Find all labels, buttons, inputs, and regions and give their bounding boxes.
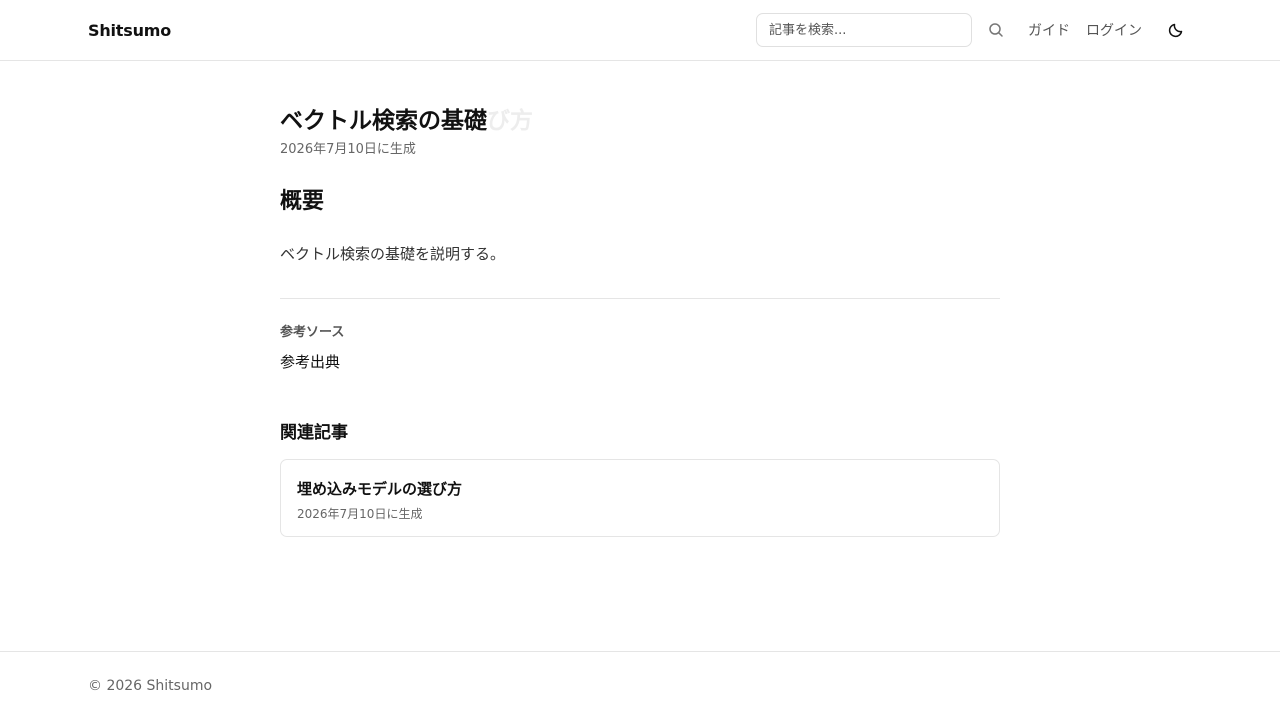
divider bbox=[280, 298, 1000, 299]
article-title: ベクトル検索の基礎 bbox=[280, 108, 487, 134]
article-title-wrap: ベクトル検索の基礎び方 ベクトル検索の基礎 bbox=[280, 101, 1000, 134]
page: Shitsumo ガイド ログイン ベクトル検索の基礎び方 ベクトル検索の基 bbox=[0, 0, 1280, 720]
article-summary: ベクトル検索の基礎を説明する。 bbox=[280, 245, 506, 263]
site-footer: © 2026 Shitsumo bbox=[0, 651, 1280, 720]
nav-link-login[interactable]: ログイン bbox=[1086, 20, 1142, 40]
search-input[interactable] bbox=[756, 13, 972, 47]
theme-toggle-button[interactable] bbox=[1160, 14, 1192, 46]
main-content: ベクトル検索の基礎び方 ベクトル検索の基礎 2026年7月10日に生成 概要 ベ… bbox=[0, 61, 1280, 651]
source-link[interactable]: 参考出典 bbox=[280, 351, 1000, 372]
moon-icon bbox=[1168, 23, 1183, 38]
search-icon bbox=[989, 23, 1003, 37]
brand-logo-link[interactable]: Shitsumo bbox=[88, 21, 171, 40]
copyright-text: © 2026 Shitsumo bbox=[88, 678, 213, 694]
related-article-card[interactable]: 埋め込みモデルの選び方 2026年7月10日に生成 bbox=[280, 459, 1000, 537]
article: ベクトル検索の基礎び方 ベクトル検索の基礎 2026年7月10日に生成 概要 ベ… bbox=[280, 61, 1000, 651]
search-button[interactable] bbox=[980, 14, 1012, 46]
related-heading: 関連記事 bbox=[280, 423, 348, 443]
header-actions: ガイド ログイン bbox=[756, 13, 1192, 47]
article-date: 2026年7月10日に生成 bbox=[280, 142, 416, 157]
related-article-date: 2026年7月10日に生成 bbox=[297, 507, 423, 521]
section-heading-summary: 概要 bbox=[280, 189, 325, 214]
sources-label: 参考ソース bbox=[280, 325, 345, 340]
nav-link-guide[interactable]: ガイド bbox=[1028, 20, 1070, 40]
site-header: Shitsumo ガイド ログイン bbox=[0, 0, 1280, 61]
related-article-title: 埋め込みモデルの選び方 bbox=[297, 480, 463, 498]
